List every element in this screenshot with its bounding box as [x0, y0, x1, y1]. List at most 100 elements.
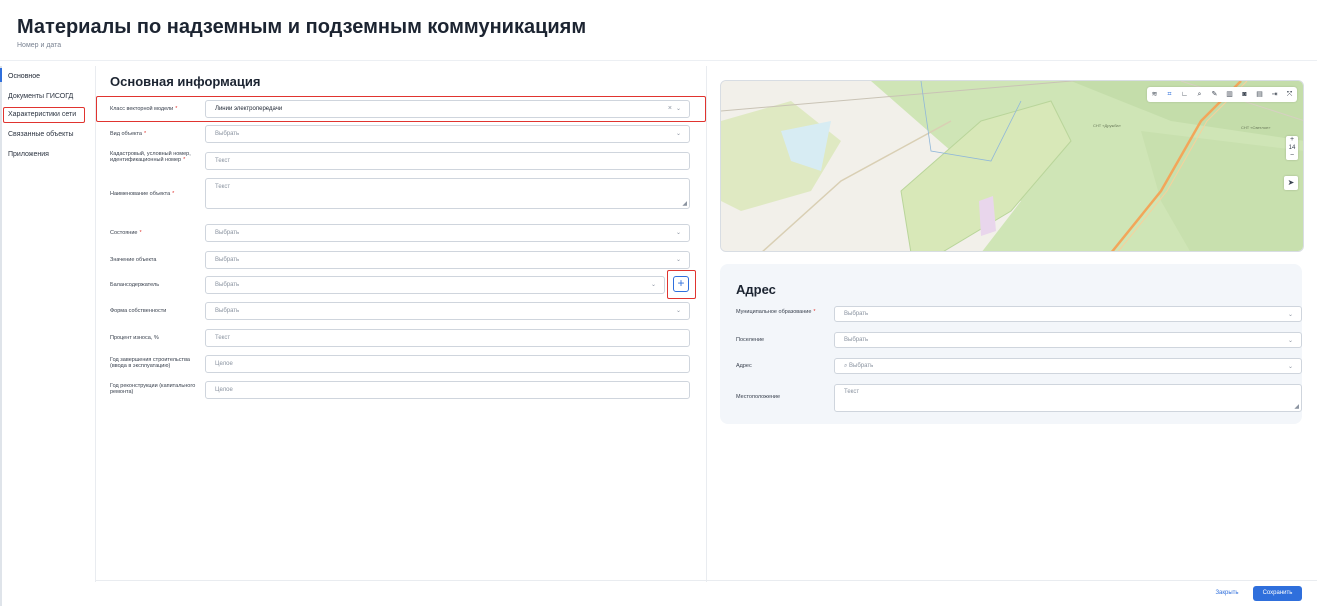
measure-icon[interactable]: ∟ [1177, 87, 1192, 102]
field-label: Местоположение [736, 394, 826, 400]
label-text: Состояние [110, 230, 138, 236]
sidebar-item-main[interactable]: Основное [0, 68, 90, 88]
section-title: Основная информация [110, 74, 261, 89]
input-placeholder: Текст [215, 335, 231, 341]
required-mark: * [813, 309, 816, 315]
select-value: Выбрать [215, 282, 240, 288]
search-icon[interactable]: ⌕ [1192, 87, 1207, 102]
field-label: Поселение [736, 337, 826, 343]
chevron-down-icon: ⌄ [675, 131, 681, 137]
field-label: Процент износа, % [110, 335, 204, 341]
label-text: Значение объекта [110, 257, 157, 263]
textarea-placeholder: Текст [844, 389, 860, 395]
sidebar-item-attachments[interactable]: Приложения [0, 146, 90, 166]
camera-icon[interactable]: ◙ [1237, 87, 1252, 102]
select-area-icon[interactable]: ⌗ [1162, 87, 1177, 102]
field-label: Кадастровый, условный номер, идентификац… [110, 151, 204, 163]
page-subtitle: Номер и дата [17, 42, 62, 49]
label-text: Адрес [736, 363, 752, 369]
map-label-1: СНТ «Дружба» [1093, 123, 1122, 128]
label-text: Класс векторной модели [110, 106, 174, 112]
select-value: ⌕ Выбрать [844, 363, 874, 369]
label-text: Вид объекта [110, 131, 142, 137]
select-value: Выбрать [844, 337, 869, 343]
address-title: Адрес [736, 282, 776, 297]
field-label: Год реконструкции (капитального ремонта) [110, 383, 204, 395]
footer-divider [95, 580, 1317, 581]
select-value: Выбрать [844, 311, 869, 317]
label-text: Форма собственности [110, 308, 167, 314]
field-label: Состояние * [110, 230, 204, 236]
textarea-placeholder: Текст [215, 184, 231, 190]
chevron-down-icon: ⌄ [675, 230, 681, 236]
clear-icon[interactable]: × [668, 105, 672, 112]
fullscreen-icon[interactable]: ⤧ [1282, 87, 1297, 102]
settlement-select[interactable]: Выбрать ⌄ [834, 332, 1302, 348]
content-left-divider [95, 66, 96, 582]
zoom-in-button[interactable]: + [1286, 136, 1298, 144]
map-toolbar: ≋ ⌗ ∟ ⌕ ✎ ▥ ◙ ▤ ⇥ ⤧ [1147, 87, 1297, 102]
zoom-out-button[interactable]: − [1286, 152, 1298, 160]
completion-year-input[interactable]: Целое [205, 355, 690, 373]
label-text: Поселение [736, 337, 765, 343]
field-label: Класс векторной модели * [110, 106, 204, 112]
add-balance-holder-button[interactable]: + [673, 276, 689, 292]
chevron-down-icon: ⌄ [675, 106, 681, 112]
sidebar-item-related-objects[interactable]: Связанные объекты [0, 126, 90, 146]
balance-holder-select[interactable]: Выбрать ⌄ [205, 276, 665, 294]
label-text: Муниципальное образование [736, 309, 812, 315]
save-button[interactable]: Сохранить [1253, 586, 1302, 601]
layers-icon[interactable]: ≋ [1147, 87, 1162, 102]
sidebar-item-network-characteristics[interactable]: Характеристики сети [3, 107, 85, 123]
field-label: Муниципальное образование * [736, 309, 826, 315]
ownership-form-select[interactable]: Выбрать ⌄ [205, 302, 690, 320]
address-search-select[interactable]: ⌕ Выбрать ⌄ [834, 358, 1302, 374]
sidebar-item-gisogd-docs[interactable]: Документы ГИСОГД [0, 88, 90, 108]
chevron-down-icon: ⌄ [650, 282, 656, 288]
field-label: Вид объекта * [110, 131, 204, 137]
resize-handle-icon[interactable]: ◢ [682, 200, 687, 207]
chevron-down-icon: ⌄ [675, 257, 681, 263]
map-tiles: СНТ «Дружба» СНТ «Светлое» [721, 81, 1303, 251]
label-text: Процент износа, % [110, 335, 159, 341]
resize-handle-icon[interactable]: ◢ [1294, 403, 1299, 410]
field-label: Год завершения строительства (ввода в эк… [110, 357, 204, 369]
select-value: Выбрать [215, 131, 240, 137]
object-name-textarea[interactable]: Текст ◢ [205, 178, 690, 209]
select-value: Выбрать [215, 257, 240, 263]
chevron-down-icon: ⌄ [1287, 338, 1293, 344]
wear-percent-input[interactable]: Текст [205, 329, 690, 347]
input-placeholder: Целое [215, 361, 233, 367]
object-significance-select[interactable]: Выбрать ⌄ [205, 251, 690, 269]
label-text: Кадастровый, условный номер, идентификац… [110, 151, 191, 163]
location-textarea[interactable]: Текст ◢ [834, 384, 1302, 412]
input-placeholder: Целое [215, 387, 233, 393]
reconstruction-year-input[interactable]: Целое [205, 381, 690, 399]
chevron-down-icon: ⌄ [1287, 364, 1293, 370]
zoom-level: 14 [1288, 145, 1296, 151]
label-text: Балансодержатель [110, 282, 160, 288]
field-label: Наименование объекта * [110, 191, 204, 197]
field-label: Адрес [736, 363, 826, 369]
required-mark: * [139, 230, 142, 236]
input-placeholder: Текст [215, 158, 231, 164]
object-type-select[interactable]: Выбрать ⌄ [205, 125, 690, 143]
label-text: Местоположение [736, 394, 781, 400]
close-button[interactable]: Закрыть [1207, 586, 1247, 601]
content-middle-divider [706, 66, 707, 582]
draw-icon[interactable]: ✎ [1207, 87, 1222, 102]
municipality-select[interactable]: Выбрать ⌄ [834, 306, 1302, 322]
print-icon[interactable]: ▤ [1252, 87, 1267, 102]
cadastral-number-input[interactable]: Текст [205, 152, 690, 170]
required-mark: * [172, 191, 175, 197]
delete-icon[interactable]: ▥ [1222, 87, 1237, 102]
label-text: Год завершения строительства (ввода в эк… [110, 357, 190, 369]
export-icon[interactable]: ⇥ [1267, 87, 1282, 102]
field-label: Форма собственности [110, 308, 204, 314]
model-class-select[interactable]: Линии электропередачи × ⌄ [205, 100, 690, 118]
field-label: Значение объекта [110, 257, 204, 263]
state-select[interactable]: Выбрать ⌄ [205, 224, 690, 242]
map-view[interactable]: СНТ «Дружба» СНТ «Светлое» ≋ ⌗ ∟ ⌕ ✎ ▥ ◙… [720, 80, 1304, 252]
geolocation-icon[interactable]: ➤ [1284, 176, 1298, 190]
required-mark: * [183, 157, 186, 163]
